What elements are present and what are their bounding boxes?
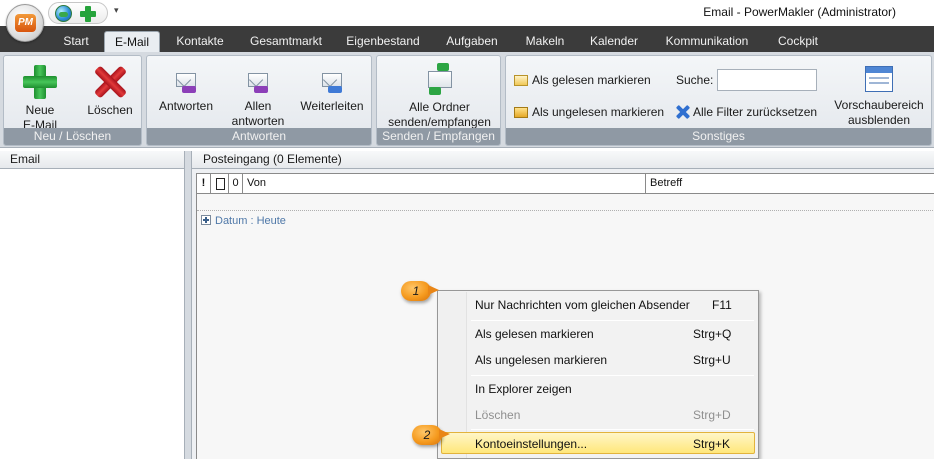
envelope-icon [514,107,528,118]
add-icon[interactable] [80,6,96,22]
title-bar: ▾ Email - PowerMakler (Administrator) [0,0,934,26]
reply-button[interactable]: Antworten [153,67,219,114]
mark-read-button[interactable]: Als gelesen markieren [514,72,651,88]
tab-kontakte[interactable]: Kontakte [168,31,232,52]
menu-separator [471,375,754,376]
column-attachment[interactable]: 0 [229,174,243,193]
ribbon-group-send-receive: Alle Ordner senden/empfangen Senden / Em… [376,55,501,146]
menu-item-same-sender[interactable]: Nur Nachrichten vom gleichen Absender F1… [441,294,755,316]
ribbon: Neue E-Mail Löschen Neu / Löschen Antwor… [0,52,934,148]
group-label: Antworten [147,128,371,145]
forward-button[interactable]: Weiterleiten [295,67,369,114]
group-label: Neu / Löschen [4,128,141,145]
send-receive-all-button[interactable]: Alle Ordner senden/empfangen [381,62,498,130]
tab-gesamtmarkt[interactable]: Gesamtmarkt [244,31,328,52]
search-label: Suche: [676,73,714,87]
column-importance[interactable]: ! [197,174,211,193]
folder-pane: Email [0,151,185,459]
ribbon-group-misc: Als gelesen markieren Als ungelesen mark… [505,55,932,146]
step-callout-1: 1 [401,281,439,301]
add-icon [23,65,57,99]
ribbon-group-new-delete: Neue E-Mail Löschen Neu / Löschen [3,55,142,146]
menu-separator [471,429,754,430]
group-label: Sonstiges [506,128,931,145]
menu-item-mark-read[interactable]: Als gelesen markieren Strg+Q [441,323,755,345]
group-row-today[interactable]: Datum : Heute [201,215,286,228]
quick-access-toolbar [48,2,108,24]
app-menu-button[interactable]: PM [6,4,44,42]
menu-item-mark-unread[interactable]: Als ungelesen markieren Strg+U [441,349,755,371]
ribbon-group-reply: Antworten Allen antworten Weiterleiten A… [146,55,372,146]
column-from[interactable]: Von [243,174,646,193]
window-title: Email - PowerMakler (Administrator) [703,5,896,19]
tab-kommunikation[interactable]: Kommunikation [656,31,758,52]
powermakler-logo-icon: PM [15,14,36,32]
delete-button[interactable]: Löschen [80,65,140,118]
mark-unread-button[interactable]: Als ungelesen markieren [514,104,664,120]
new-email-button[interactable]: Neue E-Mail [8,65,72,133]
send-receive-icon [423,62,457,96]
tab-aufgaben[interactable]: Aufgaben [438,31,506,52]
folder-pane-header: Email [0,151,184,169]
menu-separator [471,320,754,321]
menu-item-show-in-explorer[interactable]: In Explorer zeigen [441,378,755,400]
toggle-preview-pane-button[interactable]: Vorschaubereich ausblenden [831,66,927,128]
search-input[interactable] [717,69,817,91]
grid-column-header: ! 0 Von Betreff [197,174,934,194]
globe-icon[interactable] [55,5,72,22]
menu-item-account-settings[interactable]: Kontoeinstellungen... Strg+K [441,432,755,454]
preview-pane-icon [865,66,893,92]
reset-filters-button[interactable]: Alle Filter zurücksetzen [676,104,817,120]
expand-icon[interactable] [201,215,211,225]
reply-icon [172,67,200,95]
tab-eigenbestand[interactable]: Eigenbestand [340,31,426,52]
group-label: Senden / Empfangen [377,128,500,145]
column-document-icon[interactable] [211,174,229,193]
forward-icon [318,67,346,95]
menu-item-delete: Löschen Strg+D [475,408,731,422]
column-subject[interactable]: Betreff [646,174,934,193]
tab-email[interactable]: E-Mail [104,31,160,52]
step-callout-2: 2 [412,425,450,445]
tab-start[interactable]: Start [55,31,97,52]
ribbon-tab-strip: Start E-Mail Kontakte Gesamtmarkt Eigenb… [0,26,934,52]
delete-icon [93,65,127,99]
tab-kalender[interactable]: Kalender [584,31,644,52]
tab-makeln[interactable]: Makeln [518,31,572,52]
divider [197,210,934,211]
context-menu: Nur Nachrichten vom gleichen Absender F1… [437,290,759,459]
reply-all-icon [244,67,272,95]
open-envelope-icon [514,75,528,86]
qat-customize-dropdown[interactable]: ▾ [114,5,119,16]
reply-all-button[interactable]: Allen antworten [225,67,291,129]
tab-cockpit[interactable]: Cockpit [770,31,826,52]
inbox-header: Posteingang (0 Elemente) [192,151,934,169]
clear-filter-icon [676,105,690,119]
